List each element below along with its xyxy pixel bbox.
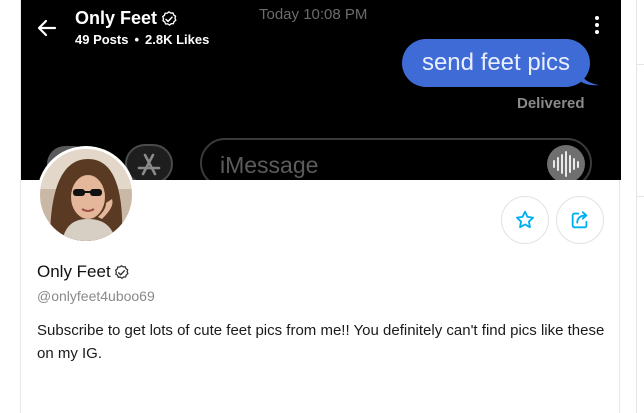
page: Only Feet 49 Posts • 2.8K Likes Today 10… bbox=[0, 0, 644, 413]
posts-count: 49 Posts bbox=[75, 32, 129, 47]
message-timestamp: Today 10:08 PM bbox=[259, 6, 368, 23]
message-text: send feet pics bbox=[421, 49, 571, 76]
avatar[interactable] bbox=[37, 146, 135, 244]
avatar-photo bbox=[40, 149, 132, 241]
imessage-placeholder: iMessage bbox=[220, 152, 319, 178]
verified-badge-icon bbox=[114, 264, 129, 279]
imessage-input: iMessage bbox=[200, 138, 592, 180]
share-icon bbox=[571, 211, 588, 229]
more-vertical-icon bbox=[591, 16, 603, 34]
header-stats: 49 Posts • 2.8K Likes bbox=[75, 32, 209, 47]
back-button[interactable] bbox=[35, 16, 59, 40]
stats-separator: • bbox=[134, 32, 140, 47]
verified-badge-icon bbox=[161, 10, 177, 26]
adjacent-panel-edge bbox=[636, 0, 644, 413]
profile-card: Only Feet 49 Posts • 2.8K Likes Today 10… bbox=[20, 0, 621, 413]
star-icon bbox=[516, 210, 534, 229]
app-store-icon bbox=[137, 153, 161, 176]
favorite-button[interactable] bbox=[501, 196, 549, 244]
panel-divider bbox=[637, 64, 644, 65]
profile-handle: @onlyfeet4uboo69 bbox=[37, 288, 155, 304]
header-title: Only Feet bbox=[75, 8, 178, 29]
message-bubble: send feet pics bbox=[402, 39, 590, 87]
more-options-button[interactable] bbox=[591, 16, 603, 40]
profile-name-text: Only Feet bbox=[37, 262, 111, 281]
bubble-tail bbox=[579, 68, 599, 86]
audio-button bbox=[547, 145, 585, 180]
panel-divider bbox=[637, 196, 644, 197]
profile-bio: Subscribe to get lots of cute feet pics … bbox=[37, 322, 605, 362]
delivery-status: Delivered bbox=[517, 95, 585, 112]
back-arrow-icon bbox=[37, 19, 57, 37]
header-name: Only Feet bbox=[75, 8, 158, 28]
share-button[interactable] bbox=[556, 196, 604, 244]
app-store-button bbox=[125, 144, 173, 180]
likes-count: 2.8K Likes bbox=[145, 32, 210, 47]
profile-name: Only Feet bbox=[37, 262, 130, 282]
audio-waveform-icon bbox=[553, 151, 579, 177]
